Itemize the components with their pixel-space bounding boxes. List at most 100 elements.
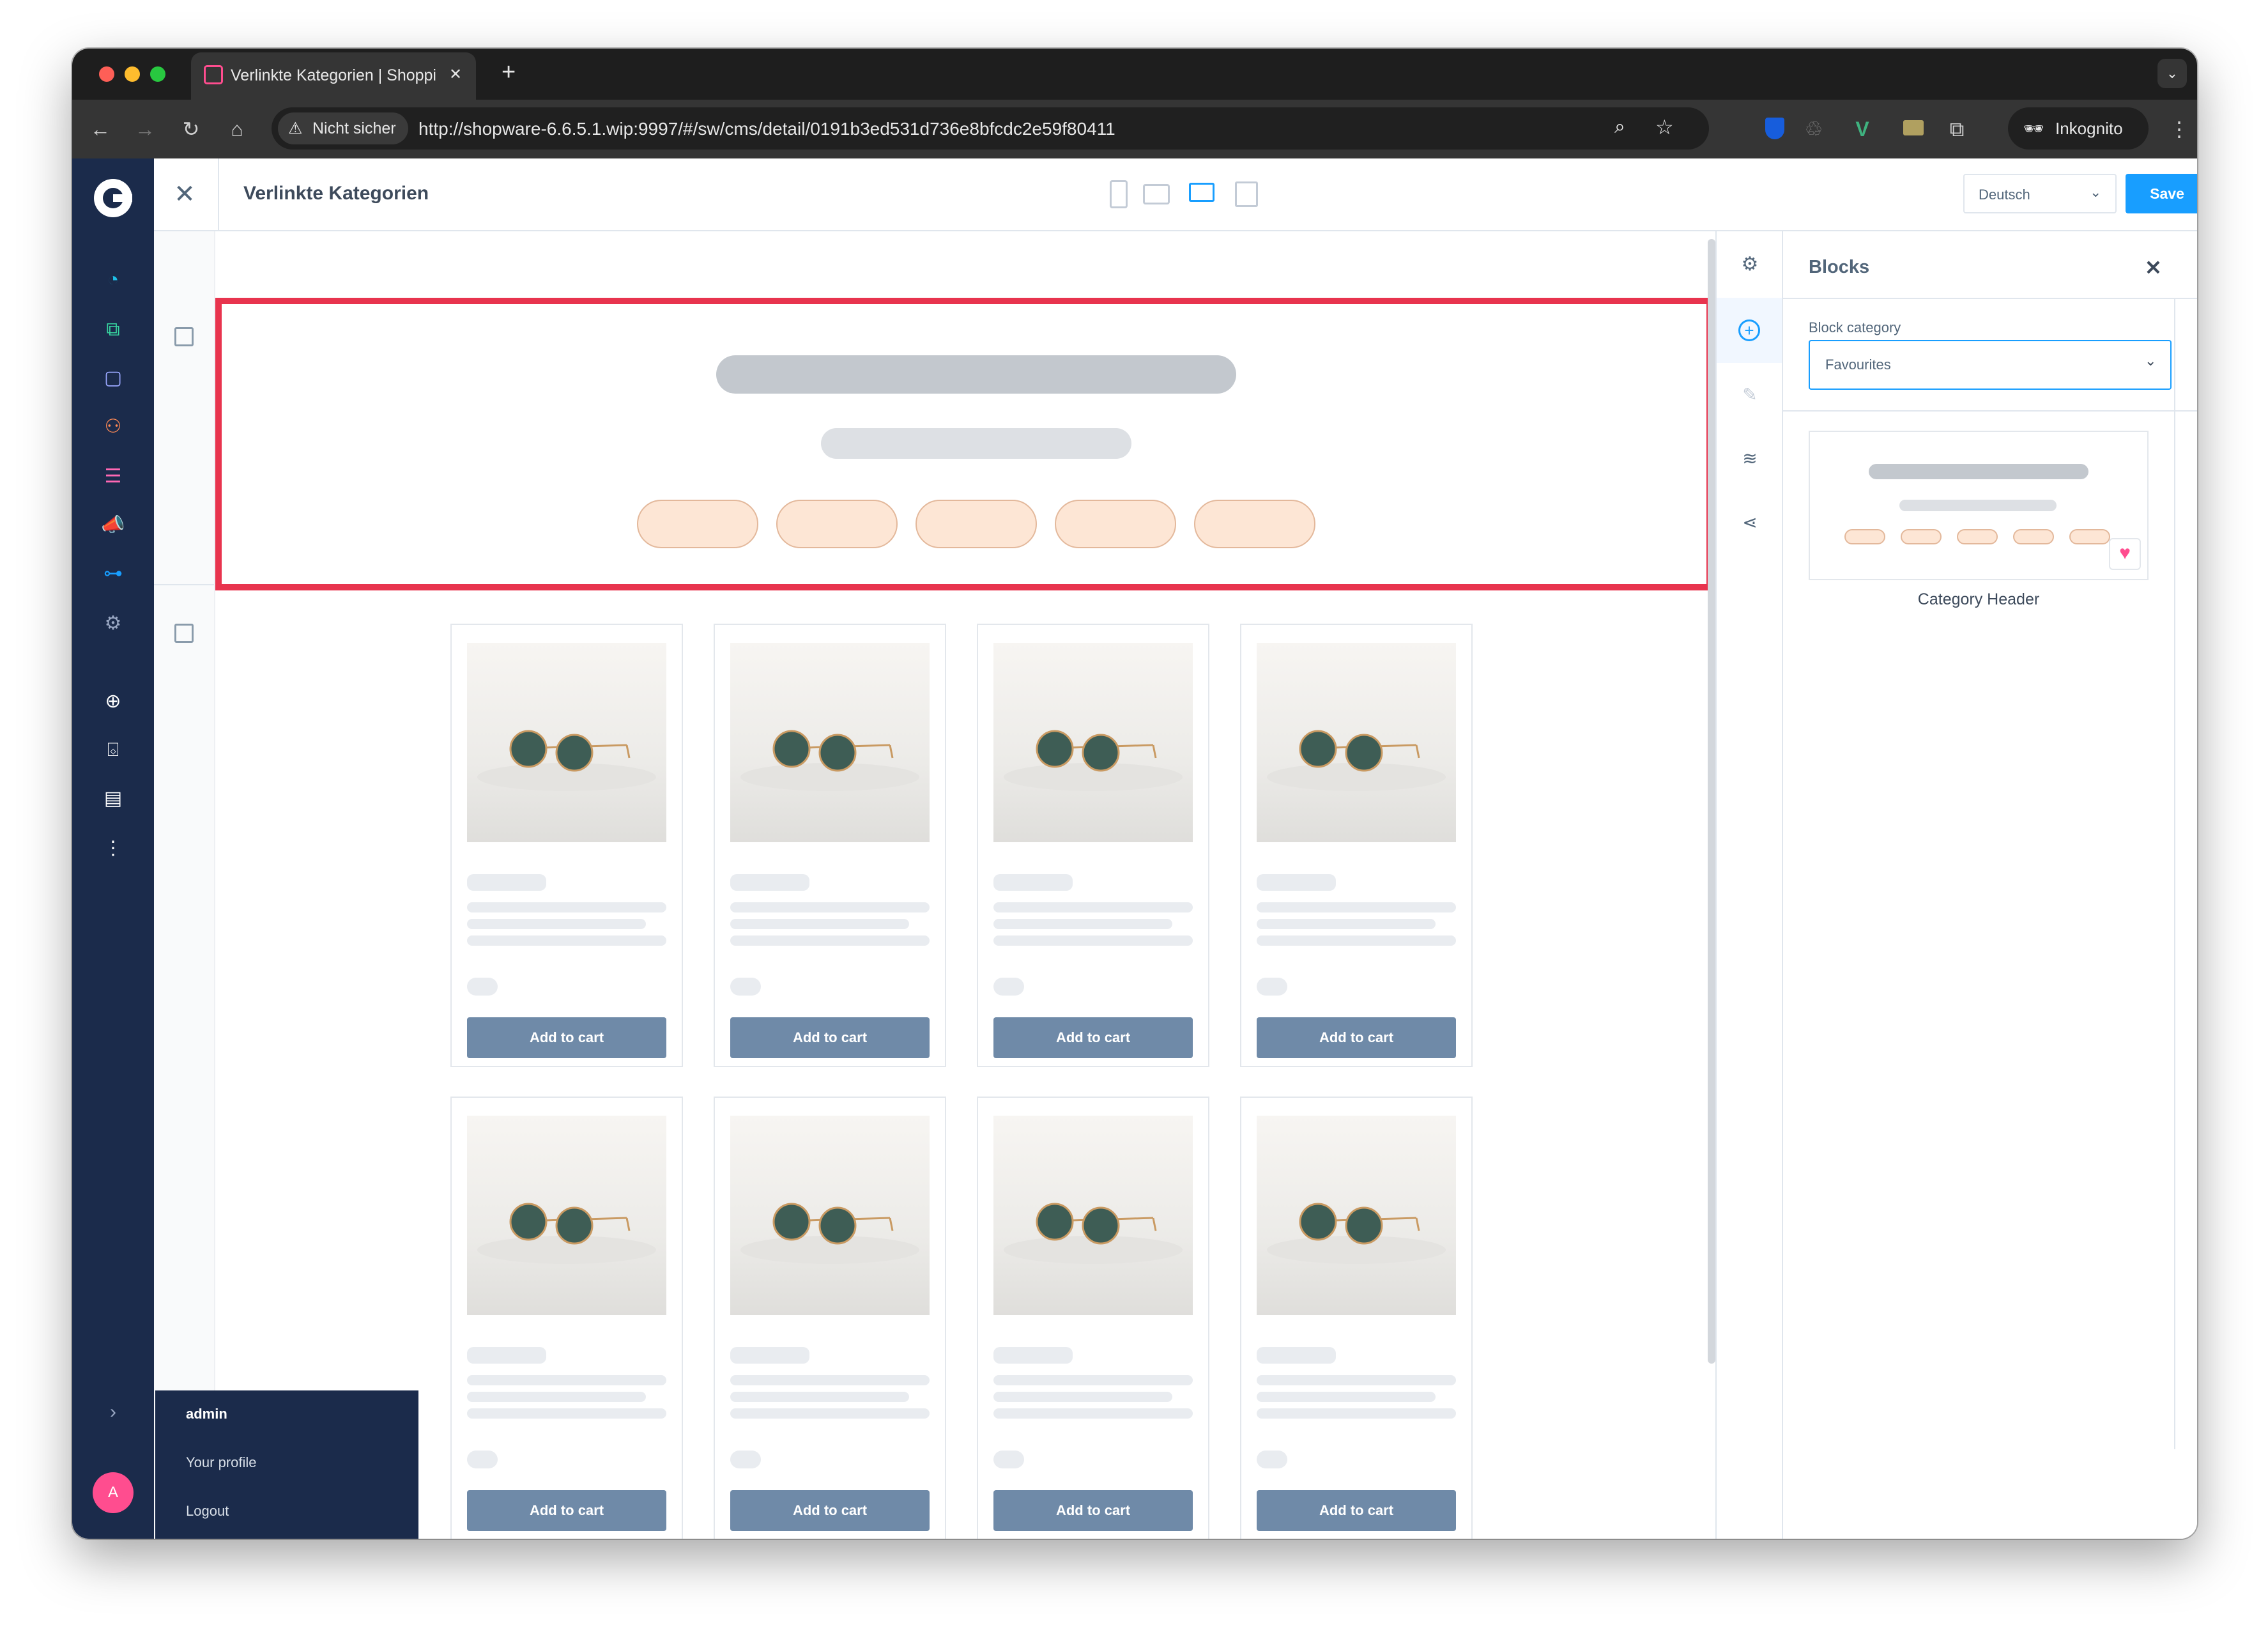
close-window-button[interactable] (99, 66, 114, 82)
blocks-panel: Blocks ✕ Block category Favourites ⌄ ♥ C… (1782, 231, 2197, 1539)
chevron-down-icon: ⌄ (2145, 353, 2157, 369)
block-category-value: Favourites (1825, 357, 1891, 373)
add-to-cart-button[interactable]: Add to cart (730, 1017, 930, 1058)
tab-title: Verlinkte Kategorien | Shoppi (231, 66, 436, 84)
preview-pill (1957, 529, 1998, 544)
dashboard-icon[interactable]: ◔ (98, 265, 128, 295)
incognito-icon: 🕶 (2023, 119, 2045, 138)
product-card: Add to cart (450, 1097, 683, 1539)
back-icon[interactable]: ← (81, 100, 119, 158)
cms-header: ✕ Verlinkte Kategorien Deutsch ⌄ Save (154, 158, 2197, 231)
user-menu: admin Your profile Logout (155, 1390, 418, 1539)
customers-icon[interactable]: ⚇ (98, 412, 128, 442)
share-icon[interactable]: ⋖ (1736, 509, 1764, 537)
block-name: Category Header (1917, 590, 2040, 608)
form-view-icon[interactable] (1235, 181, 1258, 207)
extension-card-icon[interactable] (1903, 120, 1924, 135)
recycle-extension-icon[interactable]: ♲ (1795, 100, 1833, 158)
close-panel-icon[interactable]: ✕ (2145, 256, 2162, 280)
canvas-scrollbar[interactable] (1708, 239, 1715, 1364)
product-card: Add to cart (1240, 624, 1473, 1067)
product-card: Add to cart (714, 1097, 946, 1539)
section-settings-icon[interactable] (174, 327, 194, 346)
user-name: admin (186, 1406, 227, 1422)
close-editor-icon[interactable]: ✕ (165, 175, 204, 213)
block-category-label: Block category (1809, 319, 1901, 335)
mobile-view-icon[interactable] (1110, 180, 1128, 208)
orders-icon[interactable]: ▢ (98, 363, 128, 394)
tab-search-button[interactable]: ⌄ (2157, 59, 2187, 88)
shopware-admin: ◔ ⧉ ▢ ⚇ ☰ 📣 ⊶ ⚙ ⊕ ⌺ ▤ ⋮ › A ✕ Verlinkte … (72, 158, 2197, 1539)
add-to-cart-button[interactable]: Add to cart (467, 1017, 666, 1058)
block-category-select[interactable]: Favourites ⌄ (1809, 340, 2172, 390)
settings-icon[interactable]: ⚙ (1736, 250, 1764, 279)
language-select[interactable]: Deutsch ⌄ (1963, 174, 2117, 213)
edit-page-icon[interactable]: ✎ (1736, 381, 1764, 409)
add-sales-channel-icon[interactable]: ⊕ (98, 686, 128, 717)
your-profile-link[interactable]: Your profile (186, 1454, 256, 1471)
add-to-cart-button[interactable]: Add to cart (467, 1490, 666, 1531)
tab-bar: Verlinkte Kategorien | Shoppi ✕ + ⌄ (72, 49, 2197, 100)
zoom-icon[interactable]: ⌕ (1614, 116, 1625, 138)
title-placeholder (716, 355, 1236, 394)
product-image (730, 1116, 930, 1315)
reload-icon[interactable]: ↻ (172, 100, 210, 158)
add-to-cart-button[interactable]: Add to cart (1257, 1017, 1456, 1058)
collapse-sidebar-icon[interactable]: › (98, 1397, 128, 1428)
bookmark-star-icon[interactable]: ☆ (1655, 115, 1674, 139)
vue-devtools-icon[interactable]: V (1843, 100, 1881, 158)
browser-tab[interactable]: Verlinkte Kategorien | Shoppi ✕ (191, 52, 476, 100)
chevron-down-icon: ⌄ (2090, 184, 2102, 200)
category-pill (1055, 500, 1176, 548)
preview-subtitle-placeholder (1899, 500, 2057, 511)
product-image (1257, 1116, 1456, 1315)
page-stage: Add to cart Add to cart Add to cart Add … (214, 231, 1713, 1539)
bitwarden-extension-icon[interactable] (1765, 118, 1784, 139)
add-to-cart-button[interactable]: Add to cart (730, 1490, 930, 1531)
settings-icon[interactable]: ⚙ (98, 608, 128, 639)
save-button[interactable]: Save (2126, 174, 2197, 213)
section-settings-icon[interactable] (174, 624, 194, 643)
category-header-block[interactable] (215, 298, 1713, 590)
product-image (993, 1116, 1193, 1315)
marketing-icon[interactable]: 📣 (98, 510, 128, 541)
cms-canvas: + (154, 231, 1713, 1539)
add-block-icon: + (1738, 319, 1760, 341)
preview-pill (1901, 529, 1942, 544)
forward-icon[interactable]: → (126, 100, 164, 158)
extensions-puzzle-icon[interactable]: ⧉ (1938, 100, 1976, 158)
more-channels-icon[interactable]: ⋮ (98, 833, 128, 864)
minimize-window-button[interactable] (125, 66, 140, 82)
shopware-logo[interactable] (94, 179, 132, 217)
address-bar[interactable]: ⚠ Nicht sicher http://shopware-6.6.5.1.w… (272, 107, 1709, 150)
layers-icon[interactable]: ≋ (1736, 445, 1764, 473)
maximize-window-button[interactable] (150, 66, 165, 82)
favourite-heart-icon[interactable]: ♥ (2109, 538, 2141, 570)
add-to-cart-button[interactable]: Add to cart (993, 1017, 1193, 1058)
catalogues-icon[interactable]: ⧉ (98, 314, 128, 345)
browser-toolbar: ← → ↻ ⌂ ⚠ Nicht sicher http://shopware-6… (72, 100, 2197, 158)
browser-menu-icon[interactable]: ⋮ (2160, 100, 2197, 158)
security-indicator[interactable]: ⚠ Nicht sicher (278, 112, 408, 144)
block-preview[interactable]: ♥ (1809, 431, 2149, 580)
content-icon[interactable]: ☰ (98, 461, 128, 492)
new-tab-button[interactable]: + (502, 59, 516, 86)
add-block-tab[interactable]: + (1717, 298, 1783, 363)
product-card: Add to cart (714, 624, 946, 1067)
logout-link[interactable]: Logout (186, 1503, 229, 1520)
tab-close-icon[interactable]: ✕ (449, 65, 462, 84)
warning-icon: ⚠ (288, 119, 303, 137)
storefront-channel-icon[interactable]: ⌺ (98, 735, 128, 766)
extensions-icon[interactable]: ⊶ (98, 558, 128, 589)
add-to-cart-button[interactable]: Add to cart (993, 1490, 1193, 1531)
add-to-cart-button[interactable]: Add to cart (1257, 1490, 1456, 1531)
desktop-view-icon[interactable] (1189, 183, 1214, 202)
product-image (730, 643, 930, 842)
preview-pill (1844, 529, 1885, 544)
user-avatar[interactable]: A (93, 1472, 134, 1513)
home-icon[interactable]: ⌂ (218, 100, 256, 158)
incognito-indicator[interactable]: 🕶 Inkognito (2008, 107, 2149, 150)
headless-channel-icon[interactable]: ▤ (98, 783, 128, 814)
product-image (467, 643, 666, 842)
tablet-view-icon[interactable] (1143, 184, 1170, 204)
